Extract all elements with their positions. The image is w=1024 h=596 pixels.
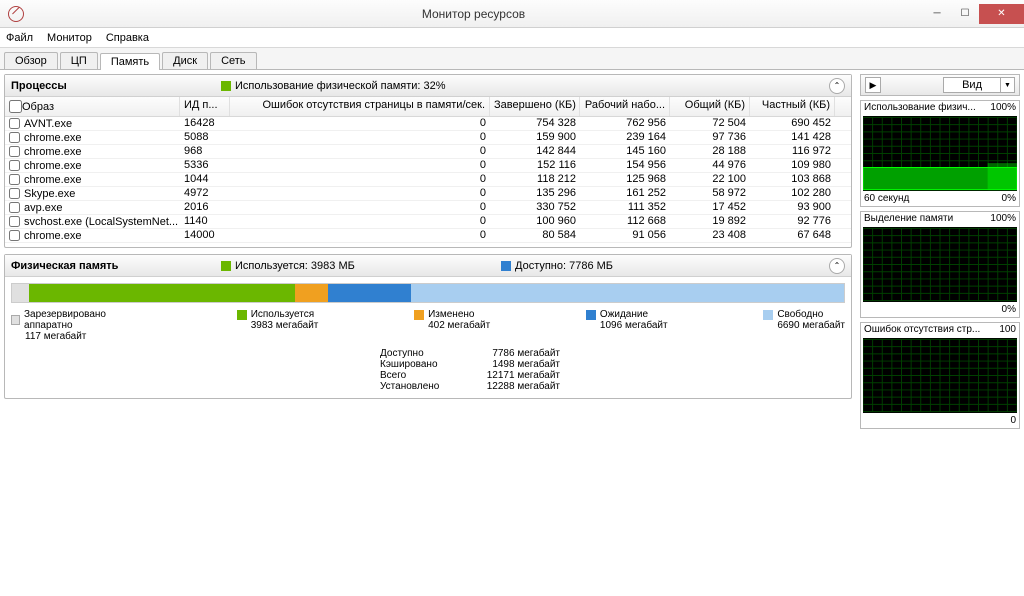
row-checkbox[interactable] [9,132,20,143]
table-row[interactable]: AVNT.exe164280754 328762 95672 504690 45… [5,117,851,131]
reserved-swatch-icon [11,315,20,325]
col-done[interactable]: Завершено (КБ) [490,97,580,116]
memory-details: Доступно7786 мегабайтКэшировано1498 мега… [380,348,851,398]
menu-monitor[interactable]: Монитор [47,32,92,44]
collapse-physical-button[interactable]: ⌃ [829,258,845,274]
close-button[interactable]: ✕ [979,4,1024,24]
table-row[interactable]: chrome.exe14000080 58491 05623 40867 648 [5,229,851,243]
table-row[interactable]: chrome.exe9680142 844145 16028 188116 97… [5,145,851,159]
select-all-checkbox[interactable] [9,100,22,113]
menu-help[interactable]: Справка [106,32,149,44]
bar-reserved [12,284,29,302]
graph-1: Выделение памяти100%0% [860,211,1020,318]
used-legend-swatch-icon [237,310,247,320]
processes-panel: Процессы Использование физической памяти… [4,74,852,248]
row-checkbox[interactable] [9,174,20,185]
bar-modified [295,284,328,302]
bar-used [29,284,295,302]
col-pid[interactable]: ИД п... [180,97,230,116]
row-checkbox[interactable] [9,202,20,213]
tab-disk[interactable]: Диск [162,52,208,69]
graph-prev-button[interactable]: ▶ [865,77,881,93]
tab-memory[interactable]: Память [100,53,160,70]
app-icon [8,6,24,22]
titlebar: Монитор ресурсов ─ ☐ ✕ [0,0,1024,28]
usage-text: Использование физической памяти: 32% [235,80,446,92]
row-checkbox[interactable] [9,118,20,129]
tab-strip: Обзор ЦП Память Диск Сеть [0,48,1024,70]
menu-file[interactable]: Файл [6,32,33,44]
table-row[interactable]: chrome.exe50880159 900239 16497 736141 4… [5,131,851,145]
used-text: Используется: 3983 МБ [235,260,355,272]
graph-0: Использование физич...100%60 секунд0% [860,100,1020,207]
window-title: Монитор ресурсов [24,7,923,21]
processes-rows[interactable]: AVNT.exe164280754 328762 95672 504690 45… [5,117,851,247]
col-shared[interactable]: Общий (КБ) [670,97,750,116]
tab-cpu[interactable]: ЦП [60,52,98,69]
maximize-button[interactable]: ☐ [951,4,979,24]
memory-legend: Зарезервировано аппаратно117 мегабайт Ис… [5,309,851,342]
standby-swatch-icon [586,310,596,320]
minimize-button[interactable]: ─ [923,4,951,24]
row-checkbox[interactable] [9,146,20,157]
view-dropdown-button[interactable]: ▼ [1001,77,1015,93]
table-row[interactable]: svchost.exe (LocalSystemNet...11400100 9… [5,215,851,229]
col-work[interactable]: Рабочий набо... [580,97,670,116]
physical-memory-panel: Физическая память Используется: 3983 МБ … [4,254,852,399]
menubar: Файл Монитор Справка [0,28,1024,48]
avail-swatch-icon [501,261,511,271]
tab-network[interactable]: Сеть [210,52,256,69]
col-err[interactable]: Ошибок отсутствия страницы в памяти/сек. [230,97,490,116]
memory-bar [11,283,845,303]
bar-free [411,284,844,302]
table-row[interactable]: avp.exe20160330 752111 35217 45293 900 [5,201,851,215]
collapse-processes-button[interactable]: ⌃ [829,78,845,94]
row-checkbox[interactable] [9,188,20,199]
row-checkbox[interactable] [9,230,20,241]
row-checkbox[interactable] [9,216,20,227]
side-header: ▶ Вид ▼ [860,74,1020,96]
tab-overview[interactable]: Обзор [4,52,58,69]
avail-text: Доступно: 7786 МБ [515,260,613,272]
table-row[interactable]: Skype.exe49720135 296161 25258 972102 28… [5,187,851,201]
processes-header-row: Образ ИД п... Ошибок отсутствия страницы… [5,97,851,117]
col-image: Образ [22,101,54,113]
usage-swatch-icon [221,81,231,91]
processes-title: Процессы [11,80,221,92]
table-row[interactable]: chrome.exe10440118 212125 96822 100103 8… [5,173,851,187]
bar-standby [328,284,411,302]
table-row[interactable]: chrome.exe53360152 116154 95644 976109 9… [5,159,851,173]
free-swatch-icon [763,310,773,320]
view-button[interactable]: Вид [943,77,1001,93]
used-swatch-icon [221,261,231,271]
modified-swatch-icon [414,310,424,320]
col-private[interactable]: Частный (КБ) [750,97,835,116]
row-checkbox[interactable] [9,160,20,171]
graph-2: Ошибок отсутствия стр...1000 [860,322,1020,429]
physical-title: Физическая память [11,260,221,272]
